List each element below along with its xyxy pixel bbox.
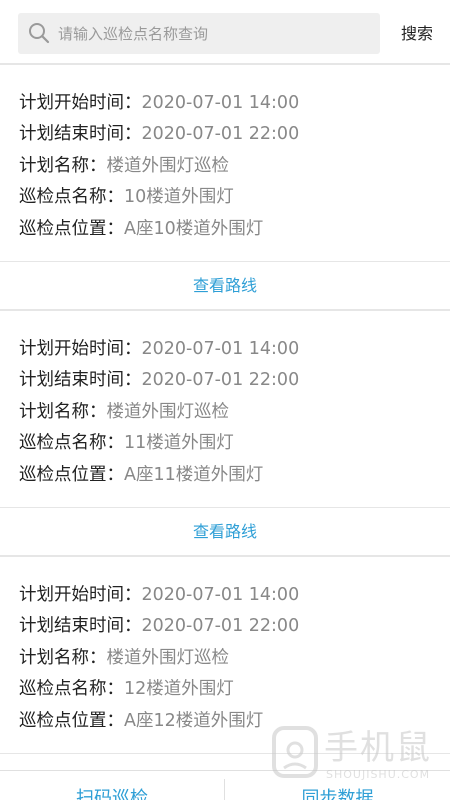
point-name-value: 10楼道外围灯	[124, 187, 234, 207]
card-body: 计划开始时间：2020-07-01 14:00 计划结束时间：2020-07-0…	[0, 65, 450, 261]
end-time-value: 2020-07-01 22:00	[141, 124, 300, 144]
end-time-row: 计划结束时间：2020-07-01 22:00	[19, 119, 299, 149]
end-time-value: 2020-07-01 22:00	[141, 616, 300, 636]
point-location-value: A座10楼道外围灯	[124, 219, 264, 239]
point-location-label: 巡检点位置：	[19, 219, 124, 239]
start-time-label: 计划开始时间：	[19, 93, 142, 113]
point-location-label: 巡检点位置：	[19, 465, 124, 485]
point-location-row: 巡检点位置：A座12楼道外围灯	[19, 706, 263, 736]
start-time-label: 计划开始时间：	[19, 585, 142, 605]
watermark-text: 手机鼠	[324, 728, 432, 768]
plan-name-label: 计划名称：	[19, 156, 107, 176]
start-time-value: 2020-07-01 14:00	[141, 339, 300, 359]
point-location-value: A座11楼道外围灯	[124, 465, 264, 485]
point-location-row: 巡检点位置：A座11楼道外围灯	[19, 460, 263, 490]
view-route-link[interactable]: 查看路线	[0, 262, 450, 310]
end-time-label: 计划结束时间：	[19, 370, 142, 390]
point-name-label: 巡检点名称：	[19, 433, 124, 453]
point-location-value: A座12楼道外围灯	[124, 711, 264, 731]
end-time-label: 计划结束时间：	[19, 124, 142, 144]
search-box[interactable]	[18, 13, 380, 54]
plan-name-row: 计划名称：楼道外围灯巡检	[19, 397, 229, 427]
plan-name-value: 楼道外围灯巡检	[106, 648, 230, 668]
plan-name-row: 计划名称：楼道外围灯巡检	[19, 151, 229, 181]
card-body: 计划开始时间：2020-07-01 14:00 计划结束时间：2020-07-0…	[0, 311, 450, 507]
watermark: 手机鼠 SHOUJISHU.COM	[270, 718, 440, 790]
mouse-logo-icon	[272, 726, 318, 778]
point-name-value: 12楼道外围灯	[124, 679, 234, 699]
search-icon	[29, 23, 50, 44]
start-time-row: 计划开始时间：2020-07-01 14:00	[19, 88, 299, 118]
view-route-link[interactable]: 查看路线	[0, 508, 450, 556]
start-time-row: 计划开始时间：2020-07-01 14:00	[19, 334, 299, 364]
plan-name-value: 楼道外围灯巡检	[106, 402, 230, 422]
start-time-label: 计划开始时间：	[19, 339, 142, 359]
search-button[interactable]: 搜索	[392, 13, 442, 54]
search-input[interactable]	[58, 13, 370, 54]
point-name-row: 巡检点名称：11楼道外围灯	[19, 428, 234, 458]
scan-inspection-button[interactable]: 扫码巡检	[0, 771, 224, 800]
search-bar: 搜索	[0, 0, 450, 64]
plan-name-row: 计划名称：楼道外围灯巡检	[19, 643, 229, 673]
point-name-label: 巡检点名称：	[19, 187, 124, 207]
end-time-row: 计划结束时间：2020-07-01 22:00	[19, 365, 299, 395]
inspection-card: 计划开始时间：2020-07-01 14:00 计划结束时间：2020-07-0…	[0, 310, 450, 556]
inspection-card: 计划开始时间：2020-07-01 14:00 计划结束时间：2020-07-0…	[0, 64, 450, 310]
point-name-label: 巡检点名称：	[19, 679, 124, 699]
start-time-row: 计划开始时间：2020-07-01 14:00	[19, 580, 299, 610]
end-time-value: 2020-07-01 22:00	[141, 370, 300, 390]
point-name-value: 11楼道外围灯	[124, 433, 234, 453]
point-location-label: 巡检点位置：	[19, 711, 124, 731]
point-name-row: 巡检点名称：10楼道外围灯	[19, 182, 234, 212]
start-time-value: 2020-07-01 14:00	[141, 585, 300, 605]
plan-name-label: 计划名称：	[19, 402, 107, 422]
point-name-row: 巡检点名称：12楼道外围灯	[19, 674, 234, 704]
start-time-value: 2020-07-01 14:00	[141, 93, 300, 113]
watermark-subtext: SHOUJISHU.COM	[326, 768, 431, 781]
plan-name-value: 楼道外围灯巡检	[106, 156, 230, 176]
end-time-label: 计划结束时间：	[19, 616, 142, 636]
point-location-row: 巡检点位置：A座10楼道外围灯	[19, 214, 263, 244]
plan-name-label: 计划名称：	[19, 648, 107, 668]
end-time-row: 计划结束时间：2020-07-01 22:00	[19, 611, 299, 641]
